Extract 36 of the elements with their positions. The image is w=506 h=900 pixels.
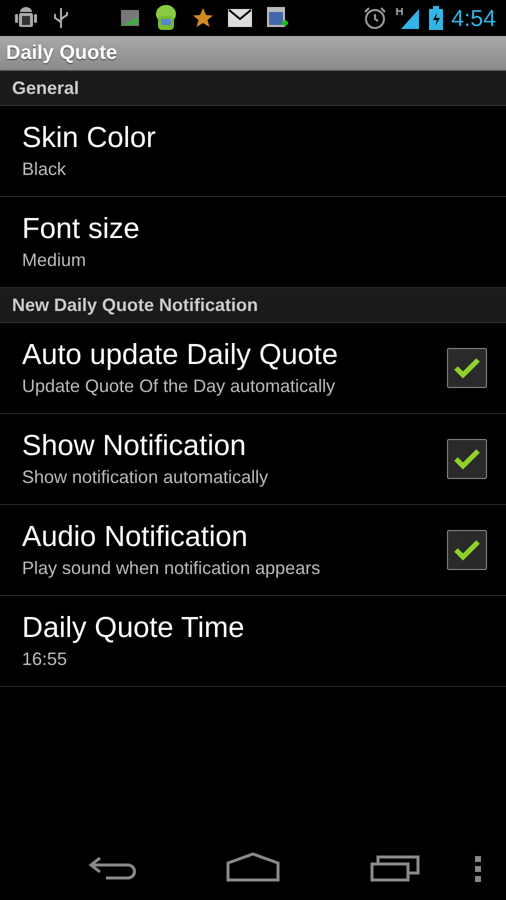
alarm-clock-icon — [363, 6, 388, 30]
section-title: New Daily Quote Notification — [12, 294, 258, 316]
back-icon[interactable] — [88, 854, 136, 882]
setting-title[interactable]: Daily Quote Time — [22, 612, 244, 645]
setting-summary: Update Quote Of the Day automatically — [22, 376, 336, 397]
android-icon — [14, 6, 38, 30]
home-icon[interactable] — [226, 852, 280, 882]
checkmark-icon — [454, 448, 480, 470]
setting-title[interactable]: Skin Color — [22, 122, 156, 155]
checkbox[interactable] — [447, 348, 487, 388]
setting-summary: Play sound when notification appears — [22, 558, 320, 579]
app-title: Daily Quote — [6, 42, 118, 64]
robot-icon — [154, 4, 178, 32]
checkbox[interactable] — [447, 439, 487, 479]
overflow-menu-icon[interactable] — [475, 856, 481, 882]
usb-icon — [52, 6, 70, 30]
setting-title[interactable]: Show Notification — [22, 430, 246, 463]
signal-icon — [395, 6, 422, 30]
data-badge-icon — [120, 9, 140, 27]
setting-title[interactable]: Auto update Daily Quote — [22, 339, 338, 372]
setting-summary: Medium — [22, 250, 86, 271]
setting-summary: 16:55 — [22, 649, 68, 670]
recent-apps-icon[interactable] — [370, 854, 420, 882]
battery-charging-icon — [429, 6, 444, 30]
setting-title[interactable]: Font size — [22, 213, 140, 246]
setting-title[interactable]: Audio Notification — [22, 521, 248, 554]
checkmark-icon — [454, 357, 480, 379]
checkbox[interactable] — [447, 530, 487, 570]
checkmark-icon — [454, 539, 480, 561]
section-title: General — [12, 78, 80, 98]
star-icon — [192, 7, 214, 29]
mail-icon — [228, 9, 252, 27]
setting-summary: Show notification automatically — [22, 467, 268, 488]
clock-time: 4:54 — [451, 4, 496, 32]
calendar-icon — [266, 6, 288, 30]
setting-summary: Black — [22, 159, 66, 180]
